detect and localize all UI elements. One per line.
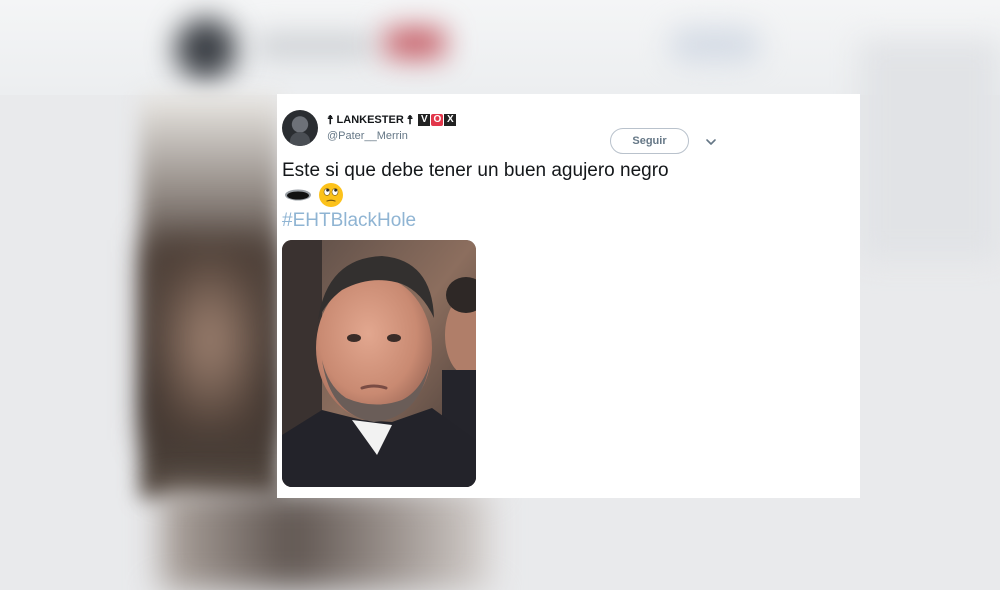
cross-icon: ☨	[327, 113, 334, 127]
hole-icon	[285, 189, 311, 201]
background-blurred-photo-bottom	[160, 490, 490, 590]
avatar[interactable]	[282, 110, 318, 146]
background-blurred-badge	[385, 28, 445, 58]
vox-letter: V	[418, 114, 431, 126]
photo-person-image	[282, 240, 476, 487]
emoji-line	[284, 182, 344, 208]
follow-button[interactable]: Seguir	[610, 128, 689, 154]
user-handle[interactable]: @Pater__Merrin	[327, 130, 408, 142]
hashtag-link[interactable]: #EHTBlackHole	[282, 208, 416, 234]
cross-icon: ☨	[406, 113, 414, 127]
vox-badge: V O X	[418, 114, 457, 126]
vox-letter: O	[431, 114, 444, 126]
background-blurred-avatar	[175, 18, 237, 80]
display-name[interactable]: LANKESTER	[337, 114, 404, 126]
background-blurred-button	[670, 28, 760, 62]
tweet-card: ☨ LANKESTER ☨ V O X @Pater__Merrin Segui…	[277, 94, 860, 498]
face-with-rolling-eyes-icon	[319, 183, 343, 207]
user-name-line[interactable]: ☨ LANKESTER ☨ V O X	[327, 112, 457, 128]
tweet-photo[interactable]	[282, 240, 476, 487]
chevron-down-icon[interactable]	[705, 136, 717, 148]
tweet-text: Este si que debe tener un buen agujero n…	[282, 160, 669, 181]
background-blurred-face	[150, 240, 270, 440]
background-blurred-name	[255, 35, 375, 57]
background-top-band	[0, 0, 1000, 95]
tweet-header: ☨ LANKESTER ☨ V O X @Pater__Merrin Segui…	[282, 110, 722, 154]
vox-letter: X	[444, 114, 457, 126]
background-blurred-panel	[860, 40, 1000, 260]
